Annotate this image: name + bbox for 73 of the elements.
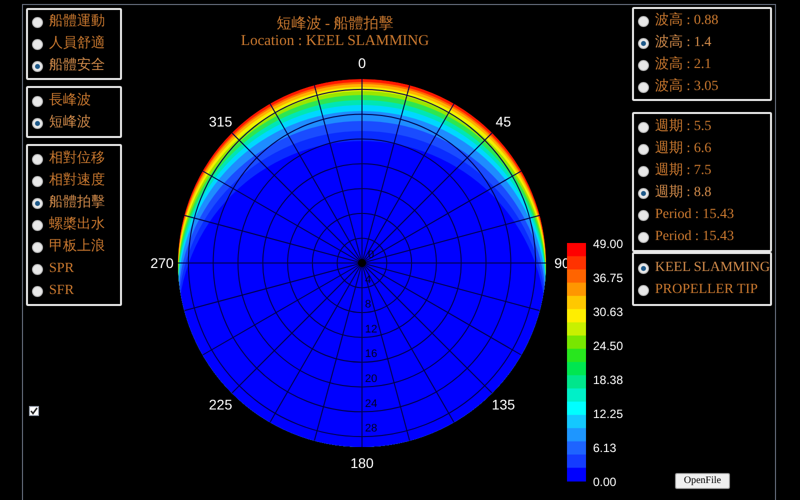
colorbar-label: 30.63 (593, 305, 624, 319)
colorbar-label: 12.25 (593, 407, 624, 421)
radio-button[interactable] (32, 96, 43, 106)
radio-button[interactable] (638, 166, 649, 176)
radio-button[interactable] (32, 118, 43, 128)
radio-button[interactable] (638, 122, 649, 132)
radius-label: 8 (365, 298, 372, 311)
option-label: 週期 : 5.5 (655, 120, 712, 134)
radio-button[interactable] (32, 286, 43, 296)
option-label: 人員舒適 (49, 37, 105, 51)
radio-button[interactable] (638, 232, 649, 242)
option-label: 波高 : 2.1 (655, 58, 712, 72)
option-label: SPR (49, 262, 74, 276)
open-file-button[interactable]: OpenFile (675, 473, 730, 489)
option-label: 相對位移 (49, 152, 105, 166)
option-label: 週期 : 6.6 (655, 142, 712, 156)
radio-button[interactable] (638, 144, 649, 154)
radio-button[interactable] (32, 16, 43, 28)
colorbar-label: 49.00 (593, 237, 624, 251)
colorbar-label: 6.13 (593, 441, 616, 455)
angle-label: 135 (492, 396, 516, 412)
option-label: 短峰波 (49, 116, 91, 130)
radio-button[interactable] (32, 242, 43, 252)
radio-button[interactable] (32, 154, 43, 164)
option-label: 螺槳出水 (49, 218, 105, 232)
radio-button[interactable] (638, 262, 649, 274)
radio-button[interactable] (32, 198, 43, 208)
option-label: 波高 : 1.4 (655, 36, 712, 50)
radio-button[interactable] (638, 82, 649, 92)
option-label: 船體拍擊 (49, 196, 105, 210)
option-label: 長峰波 (49, 94, 91, 108)
radio-button[interactable] (32, 220, 43, 230)
option-label: 相對速度 (49, 174, 105, 188)
option-label: SFR (49, 284, 74, 298)
option-label: 波高 : 3.05 (655, 80, 718, 94)
radio-button[interactable] (32, 264, 43, 274)
angle-label: 0 (358, 55, 366, 71)
angle-label: 180 (350, 455, 374, 471)
option-label: 船體安全 (49, 59, 105, 73)
colorbar-label: 24.50 (593, 339, 624, 353)
radius-label: 28 (365, 422, 378, 435)
radio-button[interactable] (638, 38, 649, 48)
angle-label: 270 (150, 255, 174, 271)
radius-label: 20 (365, 373, 378, 385)
option-label: Period : 15.43 (655, 230, 734, 244)
angle-label: 225 (208, 396, 232, 412)
option-label: 波高 : 0.88 (655, 14, 718, 28)
radio-button[interactable] (638, 284, 649, 296)
radius-label: 24 (365, 398, 378, 410)
radio-button[interactable] (638, 210, 649, 220)
angle-label: 45 (496, 114, 512, 130)
radio-button[interactable] (32, 60, 43, 72)
option-label: 週期 : 7.5 (655, 164, 712, 178)
option-label: KEEL SLAMMING (655, 261, 770, 275)
radio-button[interactable] (32, 176, 43, 186)
option-label: 週期 : 8.8 (655, 186, 712, 200)
option-label: PROPELLER TIP (655, 283, 758, 297)
chart-title: 短峰波 - 船體拍擊 (276, 16, 394, 32)
angle-label: 315 (208, 114, 232, 130)
colorbar-label: 36.75 (593, 271, 624, 285)
option-label: 船體運動 (49, 15, 105, 29)
option-label: 甲板上浪 (49, 240, 105, 254)
radius-label: 12 (365, 323, 378, 336)
colorbar-label: 0.00 (593, 475, 616, 489)
colorbar-label: 18.38 (593, 373, 624, 387)
option-label: Period : 15.43 (655, 208, 734, 222)
checkbox[interactable] (29, 406, 39, 416)
chart-subtitle: Location : KEEL SLAMMING (240, 33, 430, 49)
radio-button[interactable] (32, 38, 43, 50)
radio-button[interactable] (638, 188, 649, 198)
radio-button[interactable] (638, 60, 649, 70)
radio-button[interactable] (638, 16, 649, 26)
radius-label: 16 (365, 348, 378, 360)
